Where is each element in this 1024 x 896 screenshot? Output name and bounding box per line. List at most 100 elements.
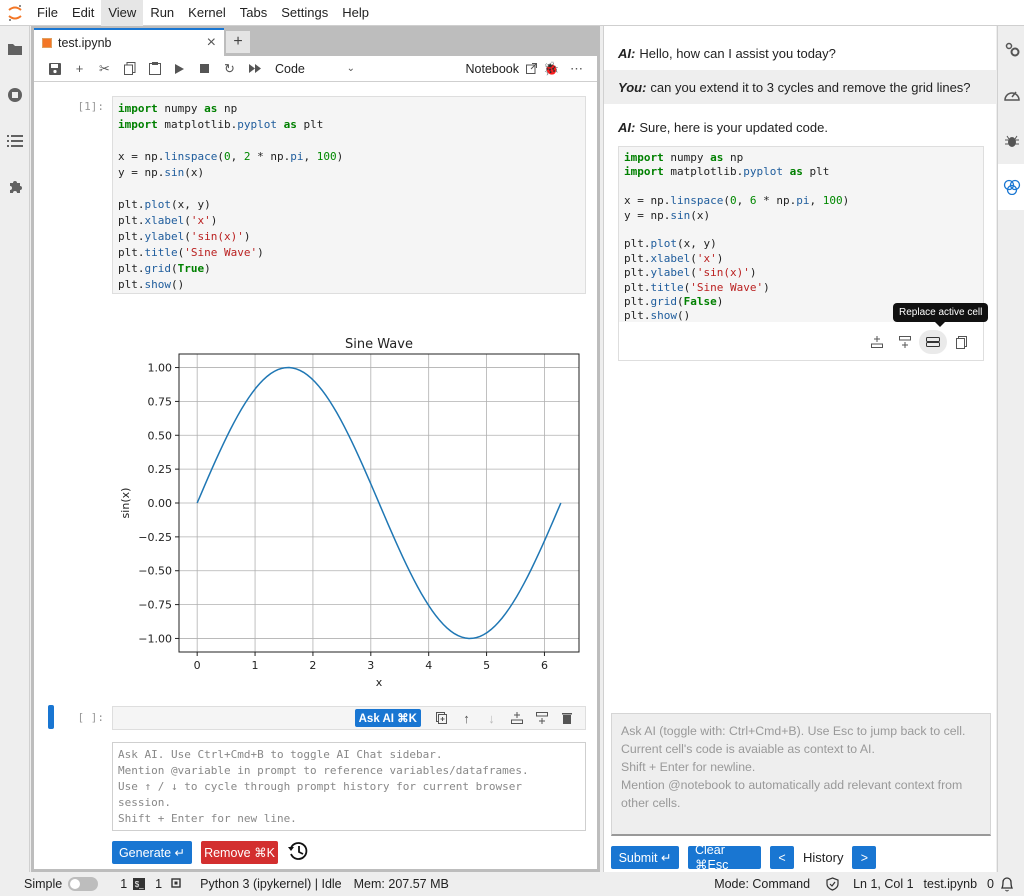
chat-message-ai: AI: Sure, here is your updated code. [604,110,996,144]
run-icon[interactable] [167,58,192,80]
ask-ai-button[interactable]: Ask AI ⌘K [354,709,421,727]
duplicate-cell-icon[interactable] [429,708,454,728]
empty-code-cell[interactable]: Ask AI ⌘K ↑ ↓ [112,706,586,730]
trusted-shield-icon[interactable] [826,877,839,891]
insert-above-icon[interactable] [863,330,891,354]
chat-text: Sure, here is your updated code. [639,119,828,135]
x-tick-label: 5 [483,659,490,672]
terminals-count[interactable]: 1 $_ [120,877,146,891]
cell-prompt: [ ]: [77,711,105,724]
more-options-icon[interactable]: ⋯ [564,58,589,80]
tab-test-ipynb[interactable]: test.ipynb × [34,28,224,56]
x-tick-label: 0 [194,659,201,672]
restart-icon[interactable]: ↻ [217,58,242,80]
cursor-position[interactable]: Ln 1, Col 1 [853,877,913,891]
chat-sender: AI: [618,45,636,61]
debugger-bug-icon[interactable]: 🐞 [539,58,564,80]
jupyter-logo-icon[interactable] [0,0,30,26]
insert-above-icon[interactable] [504,708,529,728]
status-bar: Simple 1 $_ 1 Python 3 (ipykernel) | Idl… [0,872,1024,896]
simple-mode-toggle[interactable]: Simple [24,877,99,891]
ai-prompt-placeholder: Ask AI. Use Ctrl+Cmd+B to toggle AI Chat… [118,748,529,825]
tooltip: Replace active cell [893,303,989,327]
chat-message-ai: AI: Hello, how can I assist you today? [604,36,996,70]
delete-cell-icon[interactable] [554,708,579,728]
y-tick-label: 1.00 [148,362,173,375]
close-tab-icon[interactable]: × [207,34,216,52]
file-name: test.ipynb [923,877,978,891]
clear-button[interactable]: Clear ⌘Esc [688,843,761,872]
insert-below-icon[interactable] [529,708,554,728]
cell-prompt: [1]: [77,100,105,113]
save-icon[interactable] [42,58,67,80]
move-down-icon[interactable]: ↓ [479,708,504,728]
menubar: File Edit View Run Kernel Tabs Settings Help [0,0,1024,26]
right-sidebar [997,26,1024,872]
history-next-button[interactable]: > [852,846,877,869]
menu-settings[interactable]: Settings [274,0,335,26]
ai-prompt-input[interactable]: Ask AI. Use Ctrl+Cmd+B to toggle AI Chat… [112,742,586,831]
cell-type-select[interactable]: Code ⌄ [275,62,355,76]
chat-sender: AI: [618,119,636,135]
toggle-switch[interactable] [68,877,99,891]
terminal-icon: $_ [133,878,146,890]
kernel-status[interactable]: Python 3 (ipykernel) | Idle [200,877,342,891]
open-in-notebook-link[interactable]: Notebook [465,62,519,76]
x-tick-label: 2 [309,659,316,672]
editor-mode[interactable]: Mode: Command [714,877,810,891]
copy-code-icon[interactable] [947,330,975,354]
run-all-icon[interactable] [242,58,267,80]
menu-kernel[interactable]: Kernel [181,0,233,26]
table-of-contents-icon[interactable] [0,118,30,164]
menu-run[interactable]: Run [143,0,181,26]
replace-active-cell-icon[interactable] [919,330,947,354]
code-cell-input[interactable]: import numpy as np import matplotlib.pyp… [112,96,586,294]
history-icon[interactable] [286,839,310,863]
notification-count: 0 [987,877,994,891]
chat-code: import numpy as np import matplotlib.pyp… [619,147,983,322]
paste-icon[interactable] [142,58,167,80]
resource-usage-gauge-icon[interactable] [998,72,1024,118]
chat-input-placeholder: Ask AI (toggle with: Ctrl+Cmd+B). Use Es… [621,724,966,810]
chevron-down-icon: ⌄ [346,63,355,74]
move-up-icon[interactable]: ↑ [454,708,479,728]
property-inspector-gears-icon[interactable] [998,26,1024,72]
y-tick-label: 0.25 [148,463,173,476]
add-cell-icon[interactable]: + [67,58,92,80]
external-link-icon[interactable] [523,58,539,80]
y-axis-label: sin(x) [119,488,132,519]
sine-wave-chart: 0 1 2 3 4 5 6 1.00 0.75 0.50 0.25 0.00 −0.25 −0.50 −0.… [119,337,580,689]
bell-icon[interactable] [1000,876,1014,892]
y-tick-label: −0.75 [138,599,172,612]
code-actions [863,330,975,354]
menu-tabs[interactable]: Tabs [233,0,274,26]
menu-view[interactable]: View [101,0,144,26]
generate-button[interactable]: Generate ↵ [112,841,192,864]
menu-file[interactable]: File [30,0,65,26]
cut-icon[interactable]: ✂ [92,58,117,80]
notebook-file-icon [42,38,52,48]
chat-code-block: import numpy as np import matplotlib.pyp… [618,146,984,361]
y-tick-label: 0.75 [148,395,173,408]
insert-below-icon[interactable] [891,330,919,354]
remove-button[interactable]: Remove ⌘K [201,841,278,864]
running-kernels-icon[interactable] [0,72,30,118]
ai-chat-icon[interactable] [998,164,1024,210]
simple-mode-label: Simple [24,877,63,891]
left-sidebar [0,26,30,872]
chat-sender: You: [618,79,647,95]
copy-icon[interactable] [117,58,142,80]
menu-help[interactable]: Help [335,0,376,26]
kernels-count[interactable]: 1 [155,877,182,892]
debugger-bug-icon[interactable] [998,118,1024,164]
tab-bar: test.ipynb × + [31,26,600,56]
history-prev-button[interactable]: < [770,846,794,869]
notebook-panel: + ✂ ↻ Code ⌄ Notebook 🐞 ⋯ [1]: import nu… [34,56,597,869]
folder-icon[interactable] [0,26,30,72]
menu-edit[interactable]: Edit [65,0,101,26]
extensions-puzzle-icon[interactable] [0,164,30,210]
chat-input[interactable]: Ask AI (toggle with: Ctrl+Cmd+B). Use Es… [611,713,991,836]
submit-button[interactable]: Submit ↵ [611,846,679,869]
new-tab-button[interactable]: + [226,31,250,53]
stop-icon[interactable] [192,58,217,80]
